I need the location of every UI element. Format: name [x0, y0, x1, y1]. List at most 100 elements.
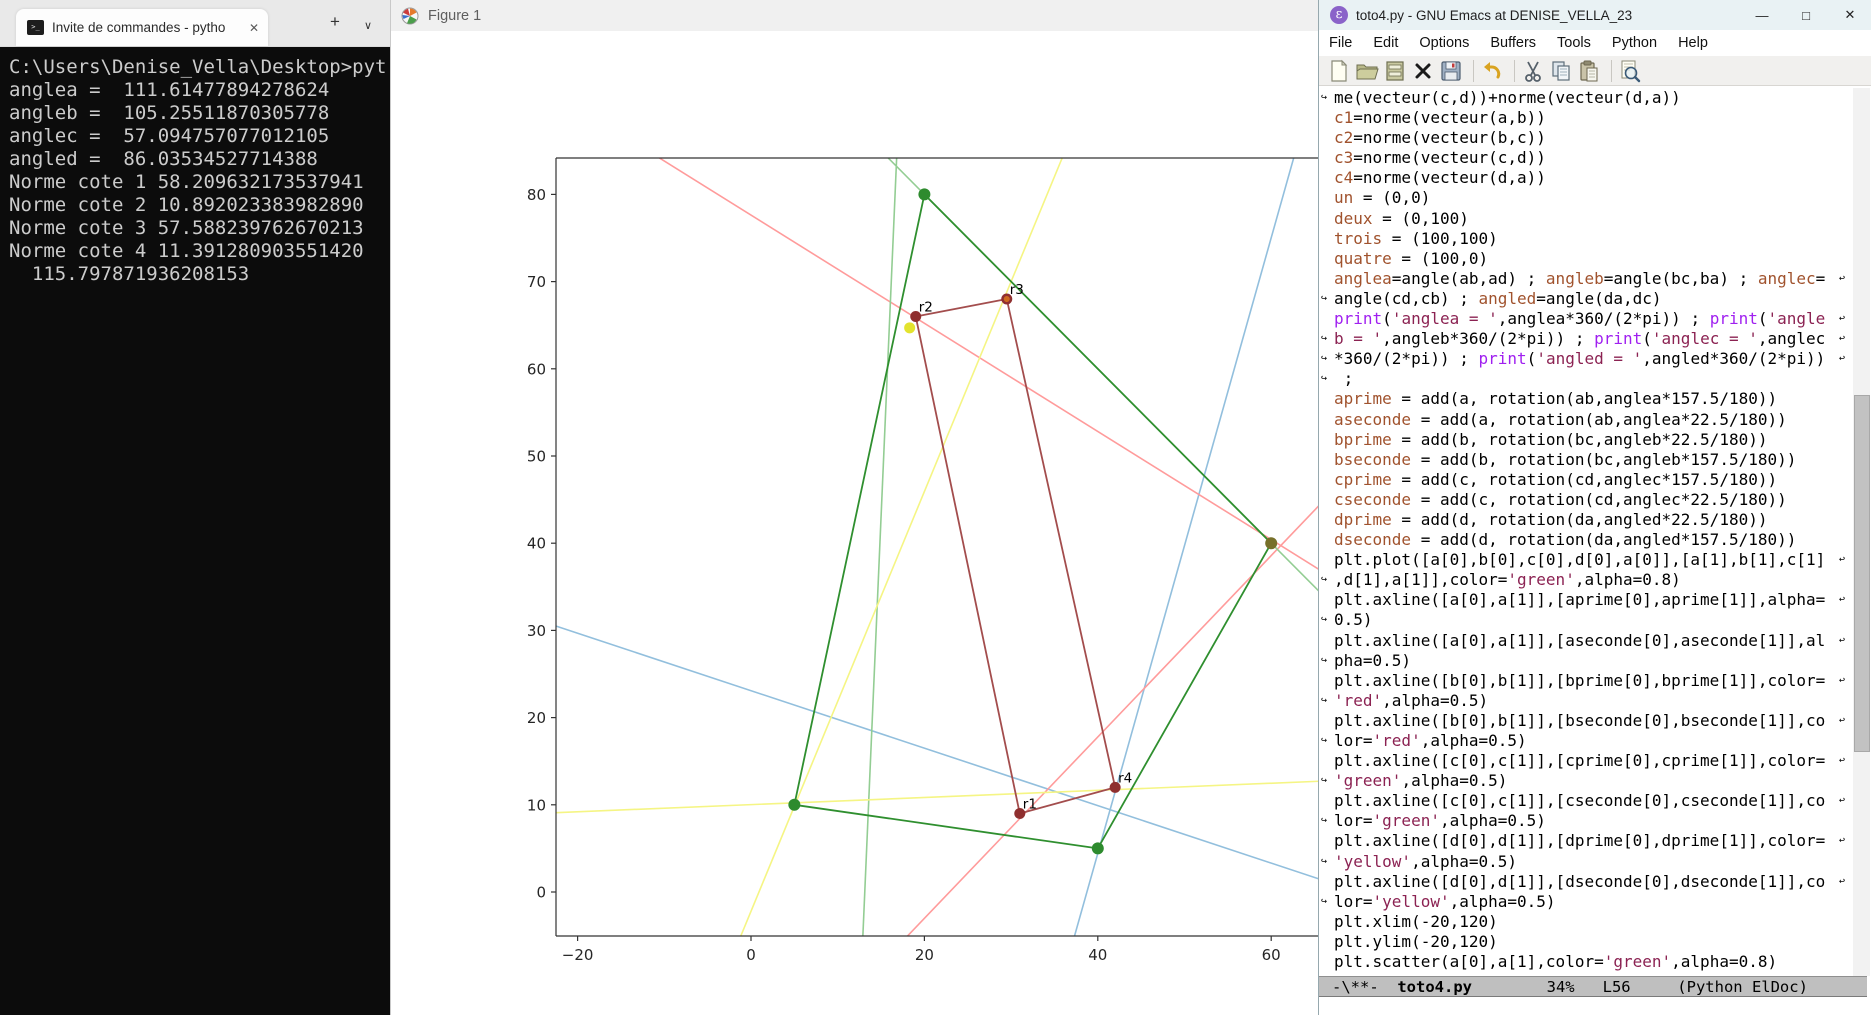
copy-icon[interactable]	[1549, 59, 1573, 83]
svg-text:30: 30	[527, 622, 546, 640]
desktop: >_ Invite de commandes - pytho ✕ + ∨ C:\…	[0, 0, 1871, 1015]
wrap-continuation-icon: ↩	[1321, 574, 1328, 586]
code-line: c1=norme(vecteur(a,b))	[1334, 108, 1546, 128]
emacs-toolbar	[1319, 56, 1871, 86]
wrap-indicator-icon: ↩	[1839, 795, 1846, 807]
wrap-indicator-icon: ↩	[1839, 835, 1846, 847]
open-folder-icon[interactable]	[1355, 59, 1379, 83]
dired-icon[interactable]	[1383, 59, 1407, 83]
maximize-button[interactable]: □	[1784, 8, 1828, 23]
svg-text:0: 0	[746, 946, 756, 964]
wrap-continuation-icon: ↩	[1321, 373, 1328, 385]
code-line: plt.xlim(-20,120)	[1334, 911, 1498, 931]
code-line: aprime = add(a, rotation(ab,anglea*157.5…	[1334, 389, 1778, 409]
code-line: un = (0,0)	[1334, 188, 1431, 208]
svg-text:20: 20	[527, 709, 546, 727]
code-line: ↩ lor='green',alpha=0.5)	[1321, 811, 1546, 831]
code-line: ↩ pha=0.5)	[1321, 650, 1412, 670]
emacs-title: toto4.py - GNU Emacs at DENISE_VELLA_23	[1356, 7, 1633, 23]
code-line: trois = (100,100)	[1334, 228, 1498, 248]
svg-text:40: 40	[527, 535, 546, 553]
close-button[interactable]: ✕	[1828, 7, 1871, 23]
modeline-filename: toto4.py	[1397, 978, 1472, 996]
menu-help[interactable]: Help	[1678, 35, 1708, 51]
svg-text:10: 10	[527, 796, 546, 814]
code-line: plt.axline([a[0],a[1]],[aseconde[0],asec…	[1334, 630, 1846, 650]
code-line: anglea=angle(ab,ad) ; angleb=angle(bc,ba…	[1334, 268, 1846, 288]
emacs-menubar: File Edit Options Buffers Tools Python Help	[1319, 30, 1871, 56]
wrap-continuation-icon: ↩	[1321, 855, 1328, 867]
code-line: ↩ 0.5)	[1321, 610, 1373, 630]
terminal-tab[interactable]: >_ Invite de commandes - pytho ✕	[16, 9, 268, 46]
code-line: ↩ b = ',angleb*360/(2*pi)) ; print('angle…	[1321, 329, 1846, 349]
emacs-modeline: -\**- toto4.py 34% L56 (Python ElDoc)	[1319, 976, 1867, 997]
code-line: ↩'red',alpha=0.5)	[1321, 690, 1489, 710]
terminal-output[interactable]: C:\Users\Denise_Vella\Desktop>pyt anglea…	[9, 56, 390, 1015]
emacs-minibuffer[interactable]	[1319, 998, 1871, 1015]
plot: r1 r2 r3 r4 0 10 20 30 40 50 60 70 80 −20 0 20 40 60	[527, 157, 1319, 964]
wrap-indicator-icon: ↩	[1839, 594, 1846, 606]
cut-icon[interactable]	[1521, 59, 1545, 83]
code-line: ↩'yellow',alpha=0.5)	[1321, 851, 1518, 871]
menu-file[interactable]: File	[1329, 35, 1352, 51]
svg-text:r3: r3	[1010, 282, 1024, 298]
menu-tools[interactable]: Tools	[1557, 35, 1591, 51]
toolbar-separator	[1514, 59, 1515, 82]
wrap-indicator-icon: ↩	[1839, 353, 1846, 365]
wrap-continuation-icon: ↩	[1321, 92, 1328, 103]
wrap-indicator-icon: ↩	[1839, 634, 1846, 646]
save-icon[interactable]	[1439, 59, 1463, 83]
scrollbar-thumb[interactable]	[1854, 395, 1870, 752]
code-line: plt.ylim(-20,120)	[1334, 931, 1498, 951]
code-line: dseconde = add(d, rotation(da,angled*157…	[1334, 530, 1797, 550]
cmd-icon: >_	[27, 20, 44, 35]
modeline-flags: -\**-	[1332, 978, 1398, 996]
code-line: quatre = (100,0)	[1334, 248, 1489, 268]
new-tab-button[interactable]: +	[330, 12, 340, 32]
emacs-buffer[interactable]: ↩ me(vecteur(c,d))+norme(vecteur(d,a)) c1=…	[1319, 88, 1849, 976]
new-file-icon[interactable]	[1327, 59, 1351, 83]
search-icon[interactable]	[1618, 59, 1642, 83]
paste-icon[interactable]	[1577, 59, 1601, 83]
wrap-continuation-icon: ↩	[1321, 735, 1328, 746]
svg-text:r1: r1	[1023, 797, 1037, 813]
terminal-window: >_ Invite de commandes - pytho ✕ + ∨ C:\…	[0, 0, 390, 1015]
wrap-indicator-icon: ↩	[1839, 714, 1846, 726]
wrap-indicator-icon: ↩	[1839, 755, 1846, 767]
wrap-indicator-icon: ↩	[1839, 333, 1846, 345]
svg-text:20: 20	[915, 946, 934, 964]
code-line: bprime = add(b, rotation(bc,angleb*22.5/…	[1334, 429, 1768, 449]
svg-text:60: 60	[1262, 946, 1281, 964]
code-line: plt.scatter(a[0],a[1],color='green',alph…	[1334, 952, 1778, 972]
code-line: ↩'green',alpha=0.5)	[1321, 771, 1508, 791]
undo-icon[interactable]	[1480, 59, 1504, 83]
wrap-continuation-icon: ↩	[1321, 353, 1328, 365]
toolbar-separator	[1611, 59, 1612, 82]
code-line: deux = (0,100)	[1334, 208, 1469, 228]
code-line: cprime = add(c, rotation(cd,anglec*157.5…	[1334, 469, 1778, 489]
svg-text:r4: r4	[1118, 770, 1132, 786]
svg-text:50: 50	[527, 448, 546, 466]
svg-text:40: 40	[1088, 946, 1107, 964]
minimize-button[interactable]: —	[1740, 8, 1784, 23]
terminal-tab-bar: >_ Invite de commandes - pytho ✕ + ∨	[0, 0, 390, 47]
code-line: plt.axline([c[0],c[1]],[cprime[0],cprime…	[1334, 751, 1846, 771]
tab-close-icon[interactable]: ✕	[249, 21, 259, 35]
emacs-scrollbar[interactable]	[1853, 88, 1870, 976]
menu-buffers[interactable]: Buffers	[1490, 35, 1536, 51]
code-line: ↩ angle(cd,cb) ; angled=angle(da,dc)	[1321, 288, 1662, 308]
menu-options[interactable]: Options	[1419, 35, 1469, 51]
kill-buffer-icon[interactable]	[1411, 59, 1435, 83]
tab-dropdown-icon[interactable]: ∨	[364, 16, 372, 36]
menu-edit[interactable]: Edit	[1373, 35, 1398, 51]
emacs-icon: ε	[1330, 6, 1348, 24]
wrap-indicator-icon: ↩	[1839, 313, 1846, 325]
emacs-titlebar[interactable]: ε toto4.py - GNU Emacs at DENISE_VELLA_2…	[1319, 0, 1871, 30]
menu-python[interactable]: Python	[1612, 35, 1657, 51]
wrap-continuation-icon: ↩	[1321, 654, 1328, 666]
wrap-indicator-icon: ↩	[1839, 674, 1846, 686]
code-line: cseconde = add(c, rotation(cd,anglec*22.…	[1334, 489, 1787, 509]
code-line: plt.axline([d[0],d[1]],[dseconde[0],dsec…	[1334, 871, 1846, 891]
plot-canvas[interactable]: r1 r2 r3 r4 0 10 20 30 40 50 60 70 80 −20 0 20 40 60	[391, 31, 1319, 1015]
code-line: c3=norme(vecteur(c,d))	[1334, 148, 1546, 168]
